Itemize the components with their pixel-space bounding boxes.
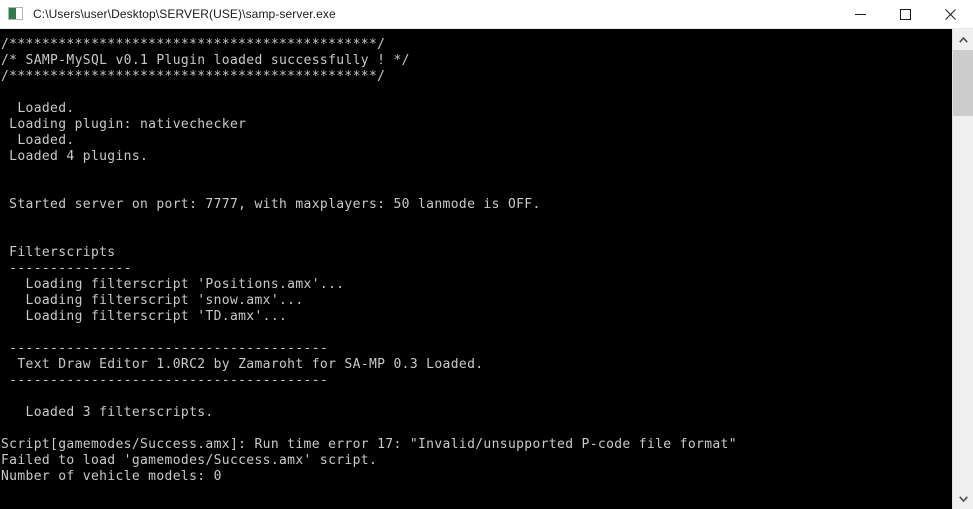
console-line: Number of vehicle models: 0 bbox=[1, 469, 222, 484]
console-line: --------------------------------------- bbox=[1, 341, 329, 356]
close-button[interactable] bbox=[928, 0, 973, 28]
console-line: Loading filterscript 'Positions.amx'... bbox=[1, 277, 345, 292]
title-bar[interactable]: C:\Users\user\Desktop\SERVER(USE)\samp-s… bbox=[0, 0, 973, 29]
console-line: Loaded 3 filterscripts. bbox=[1, 405, 214, 420]
maximize-icon bbox=[900, 8, 911, 20]
window-controls bbox=[838, 0, 973, 28]
chevron-up-icon bbox=[958, 36, 968, 43]
console-line: Text Draw Editor 1.0RC2 by Zamaroht for … bbox=[1, 357, 484, 372]
console-output[interactable]: /***************************************… bbox=[0, 29, 952, 509]
window-body: /***************************************… bbox=[0, 29, 973, 509]
console-line: /***************************************… bbox=[1, 37, 386, 52]
console-app-icon bbox=[8, 6, 24, 22]
console-line: Failed to load 'gamemodes/Success.amx' s… bbox=[1, 453, 378, 468]
close-icon bbox=[945, 8, 956, 20]
minimize-button[interactable] bbox=[838, 0, 883, 28]
scrollbar-track[interactable] bbox=[953, 50, 973, 488]
maximize-button[interactable] bbox=[883, 0, 928, 28]
scrollbar-thumb[interactable] bbox=[953, 50, 973, 116]
console-line: Loading filterscript 'TD.amx'... bbox=[1, 309, 288, 324]
scroll-down-button[interactable] bbox=[953, 488, 973, 509]
vertical-scrollbar[interactable] bbox=[952, 29, 973, 509]
console-line: Filterscripts bbox=[1, 245, 116, 260]
console-line: Loading filterscript 'snow.amx'... bbox=[1, 293, 304, 308]
console-line: Script[gamemodes/Success.amx]: Run time … bbox=[1, 437, 737, 452]
console-line: Loading plugin: nativechecker bbox=[1, 117, 247, 132]
console-line: /***************************************… bbox=[1, 69, 386, 84]
console-line: Loaded. bbox=[1, 101, 75, 116]
console-line: --------------------------------------- bbox=[1, 373, 329, 388]
minimize-icon bbox=[855, 13, 866, 15]
scroll-up-button[interactable] bbox=[953, 29, 973, 50]
console-line: /* SAMP-MySQL v0.1 Plugin loaded success… bbox=[1, 53, 410, 68]
console-line: Loaded. bbox=[1, 133, 75, 148]
chevron-down-icon bbox=[958, 495, 968, 502]
console-line: Started server on port: 7777, with maxpl… bbox=[1, 197, 541, 212]
console-line: --------------- bbox=[1, 261, 132, 276]
console-line: Loaded 4 plugins. bbox=[1, 149, 149, 164]
window-title: C:\Users\user\Desktop\SERVER(USE)\samp-s… bbox=[33, 7, 336, 21]
console-window: C:\Users\user\Desktop\SERVER(USE)\samp-s… bbox=[0, 0, 973, 509]
